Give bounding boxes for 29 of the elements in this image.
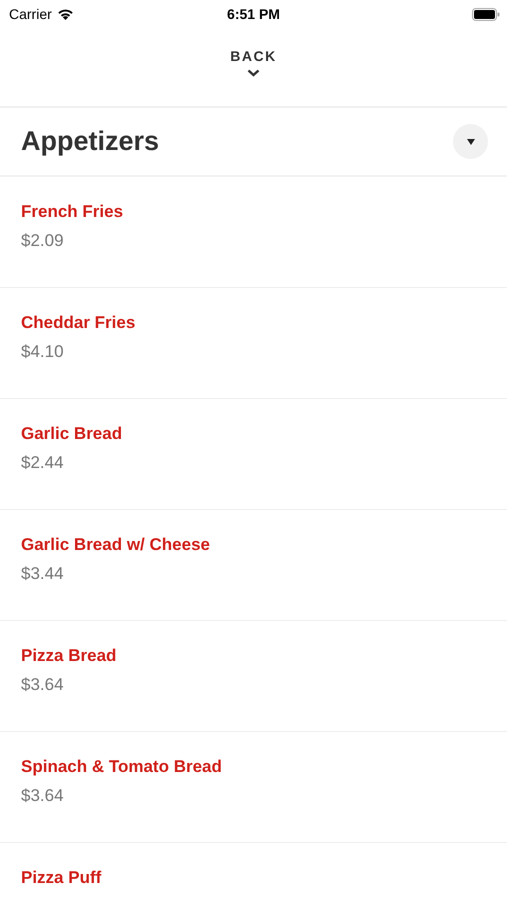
item-name: Pizza Bread — [21, 646, 116, 666]
back-button[interactable]: BACK — [230, 48, 277, 77]
menu-item[interactable]: Garlic Bread w/ Cheese $3.44 — [0, 510, 507, 621]
carrier-label: Carrier — [9, 6, 52, 22]
menu-item[interactable]: Garlic Bread $2.44 — [0, 399, 507, 510]
item-name: Garlic Bread — [21, 424, 122, 444]
menu-item[interactable]: Spinach & Tomato Bread $3.64 — [0, 732, 507, 843]
item-price: $4.10 — [21, 342, 64, 362]
menu-item[interactable]: French Fries $2.09 — [0, 177, 507, 288]
menu-item[interactable]: Pizza Puff — [0, 843, 507, 900]
item-price: $3.44 — [21, 564, 64, 584]
menu-item[interactable]: Cheddar Fries $4.10 — [0, 288, 507, 399]
item-price: $2.09 — [21, 231, 64, 251]
item-price: $3.64 — [21, 786, 64, 806]
caret-icon — [466, 138, 474, 144]
item-price: $2.44 — [21, 453, 64, 473]
item-price: $3.64 — [21, 675, 64, 695]
status-time: 6:51 PM — [227, 6, 280, 22]
menu-item[interactable]: Pizza Bread $3.64 — [0, 621, 507, 732]
section-title: Appetizers — [21, 126, 160, 157]
wifi-icon — [56, 8, 74, 20]
collapse-toggle[interactable] — [453, 124, 488, 159]
item-name: Cheddar Fries — [21, 313, 136, 333]
item-name: Garlic Bread w/ Cheese — [21, 535, 210, 555]
item-name: Pizza Puff — [21, 868, 102, 888]
item-name: French Fries — [21, 202, 124, 222]
chevron-down-icon — [246, 69, 260, 77]
battery-icon — [472, 8, 500, 20]
item-name: Spinach & Tomato Bread — [21, 757, 222, 777]
